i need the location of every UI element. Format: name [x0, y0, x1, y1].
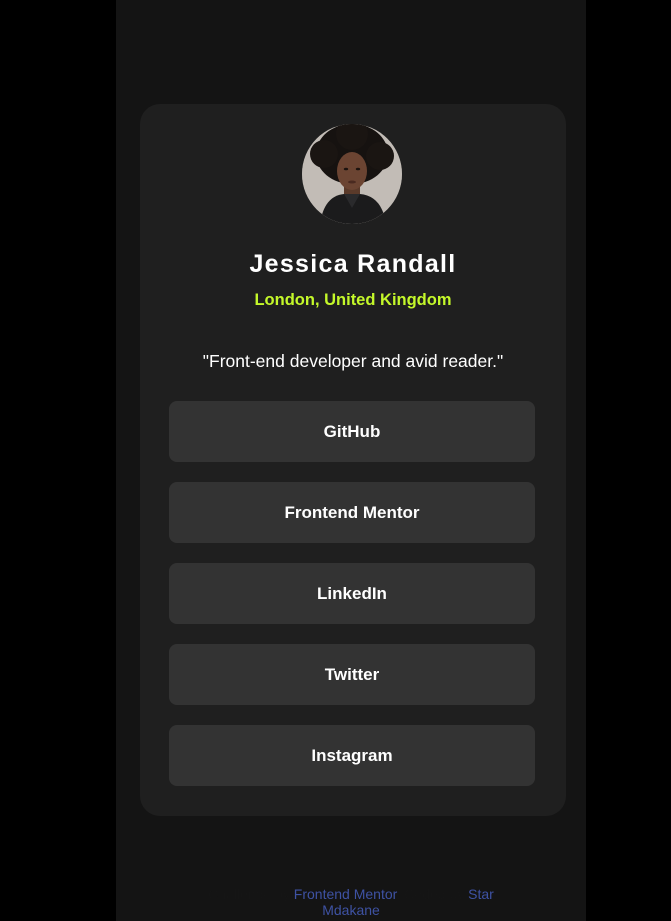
- challenge-prefix: Challenge by: [208, 886, 290, 902]
- main-column: Jessica Randall London, United Kingdom "…: [116, 0, 586, 921]
- linkedin-link-button[interactable]: LinkedIn: [169, 563, 535, 624]
- profile-name: Jessica Randall: [249, 250, 457, 278]
- attribution: Challenge by Frontend Mentor. Coded by S…: [196, 886, 506, 918]
- footer: Challenge by Frontend Mentor. Coded by S…: [116, 886, 586, 918]
- coded-prefix: . Coded by: [396, 886, 465, 902]
- profile-location: London, United Kingdom: [254, 291, 452, 309]
- frontend-mentor-footer-link[interactable]: Frontend Mentor: [294, 886, 397, 902]
- frontend-mentor-link-button[interactable]: Frontend Mentor: [169, 482, 535, 543]
- instagram-link-button[interactable]: Instagram: [169, 725, 535, 786]
- avatar: [302, 124, 402, 224]
- twitter-link-button[interactable]: Twitter: [169, 644, 535, 705]
- profile-card: Jessica Randall London, United Kingdom "…: [140, 104, 566, 816]
- social-links: GitHub Frontend Mentor LinkedIn Twitter …: [169, 401, 535, 806]
- profile-bio: "Front-end developer and avid reader.": [202, 351, 504, 371]
- profile-photo-icon: [302, 124, 402, 224]
- github-link-button[interactable]: GitHub: [169, 401, 535, 462]
